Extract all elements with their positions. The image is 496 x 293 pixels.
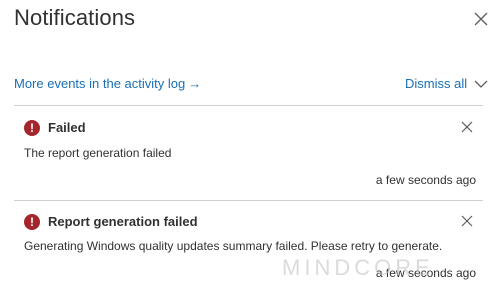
notifications-panel: Notifications More events in the activit…	[0, 0, 496, 293]
notification-body: Generating Windows quality updates summa…	[24, 239, 443, 253]
error-icon: !	[24, 214, 40, 230]
close-icon[interactable]	[473, 11, 489, 27]
chevron-down-icon[interactable]	[474, 79, 488, 89]
notification-title: Failed	[48, 120, 86, 135]
error-icon: !	[24, 120, 40, 136]
arrow-right-icon: →	[188, 76, 202, 91]
notification-item: ! Failed The report generation failed a …	[14, 106, 483, 196]
panel-title: Notifications	[14, 5, 136, 30]
activity-log-link[interactable]: More events in the activity log →	[14, 76, 201, 91]
notification-title: Report generation failed	[48, 214, 198, 229]
close-icon[interactable]	[461, 121, 473, 133]
close-icon[interactable]	[461, 215, 473, 227]
dismiss-all-button[interactable]: Dismiss all	[405, 76, 467, 91]
notification-body: The report generation failed	[24, 146, 172, 160]
watermark: MINDCORE	[282, 255, 434, 280]
activity-log-link-label: More events in the activity log	[14, 76, 186, 91]
notification-time: a few seconds ago	[375, 173, 476, 187]
